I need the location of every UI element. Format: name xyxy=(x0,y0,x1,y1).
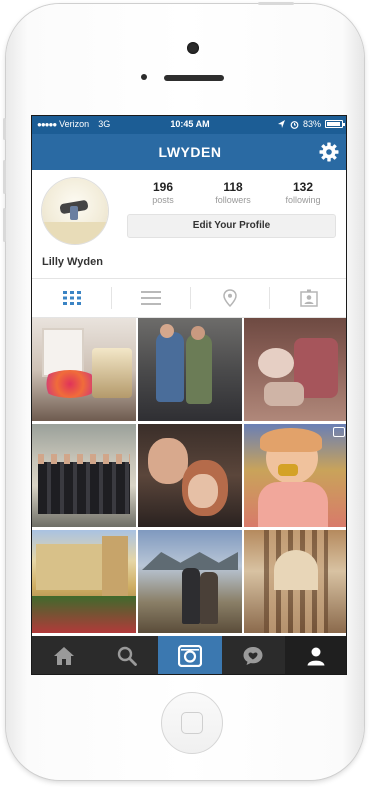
location-pin-icon xyxy=(222,289,237,307)
following-stat[interactable]: 132 following xyxy=(268,180,338,205)
video-indicator-icon xyxy=(333,427,345,437)
photo-tile[interactable] xyxy=(32,318,136,421)
power-button[interactable] xyxy=(258,2,294,5)
photo-tile[interactable] xyxy=(244,530,346,633)
alarm-icon xyxy=(290,120,299,129)
avatar[interactable] xyxy=(42,178,108,244)
home-button[interactable] xyxy=(161,692,223,754)
photo-tile[interactable] xyxy=(244,424,346,527)
posts-count: 196 xyxy=(152,180,174,194)
gear-icon[interactable] xyxy=(319,142,339,162)
profile-header: 196 posts 118 followers 132 following Ed… xyxy=(32,170,346,278)
posts-stat[interactable]: 196 posts xyxy=(128,180,198,205)
photo-tile[interactable] xyxy=(138,530,242,633)
search-icon xyxy=(117,646,137,666)
activity-icon xyxy=(243,647,263,665)
proximity-sensor xyxy=(141,74,147,80)
top-nav-bar: LWYDEN xyxy=(32,134,346,170)
photo-tile[interactable] xyxy=(32,530,136,633)
tab-activity[interactable] xyxy=(222,636,285,674)
username-title: LWYDEN xyxy=(158,144,222,160)
bottom-tab-bar xyxy=(32,636,346,674)
front-camera xyxy=(187,42,199,54)
mute-switch[interactable] xyxy=(3,118,6,140)
volume-up-button[interactable] xyxy=(3,160,6,194)
tab-map[interactable] xyxy=(190,279,269,317)
photo-tile[interactable] xyxy=(32,424,136,527)
battery-icon xyxy=(325,120,345,128)
photo-tile[interactable] xyxy=(138,424,242,527)
tab-tagged[interactable] xyxy=(269,279,346,317)
tab-profile[interactable] xyxy=(284,636,346,674)
edit-profile-button[interactable]: Edit Your Profile xyxy=(127,214,336,238)
followers-stat[interactable]: 118 followers xyxy=(198,180,268,205)
photo-grid xyxy=(32,318,346,642)
tab-search[interactable] xyxy=(95,636,158,674)
photo-tile[interactable] xyxy=(244,318,346,421)
followers-count: 118 xyxy=(223,180,243,194)
grid-icon xyxy=(62,291,81,305)
profile-icon xyxy=(307,647,325,666)
home-icon xyxy=(53,647,74,665)
volume-down-button[interactable] xyxy=(3,208,6,242)
profile-name: Lilly Wyden xyxy=(42,256,103,268)
tab-home[interactable] xyxy=(32,636,95,674)
following-count: 132 xyxy=(292,180,314,194)
photo-tile[interactable] xyxy=(138,318,242,421)
earpiece-speaker xyxy=(164,75,224,81)
tab-list[interactable] xyxy=(111,279,190,317)
list-icon xyxy=(140,291,161,305)
followers-label: followers xyxy=(215,195,251,205)
following-label: following xyxy=(285,195,321,205)
tagged-photos-icon xyxy=(299,289,318,307)
camera-icon xyxy=(178,645,202,667)
battery-percent: 83% xyxy=(302,119,321,129)
location-arrow-icon xyxy=(277,119,285,128)
tab-camera[interactable] xyxy=(158,636,222,674)
tab-grid[interactable] xyxy=(32,279,111,317)
profile-stats: 196 posts 118 followers 132 following xyxy=(128,180,338,205)
posts-label: posts xyxy=(152,195,174,205)
status-bar: ●●●●● Verizon 3G 10:45 AM 83% xyxy=(32,116,346,134)
profile-view-tabs xyxy=(32,278,346,318)
app-screen: ●●●●● Verizon 3G 10:45 AM 83% LWYDEN 196… xyxy=(31,115,347,675)
